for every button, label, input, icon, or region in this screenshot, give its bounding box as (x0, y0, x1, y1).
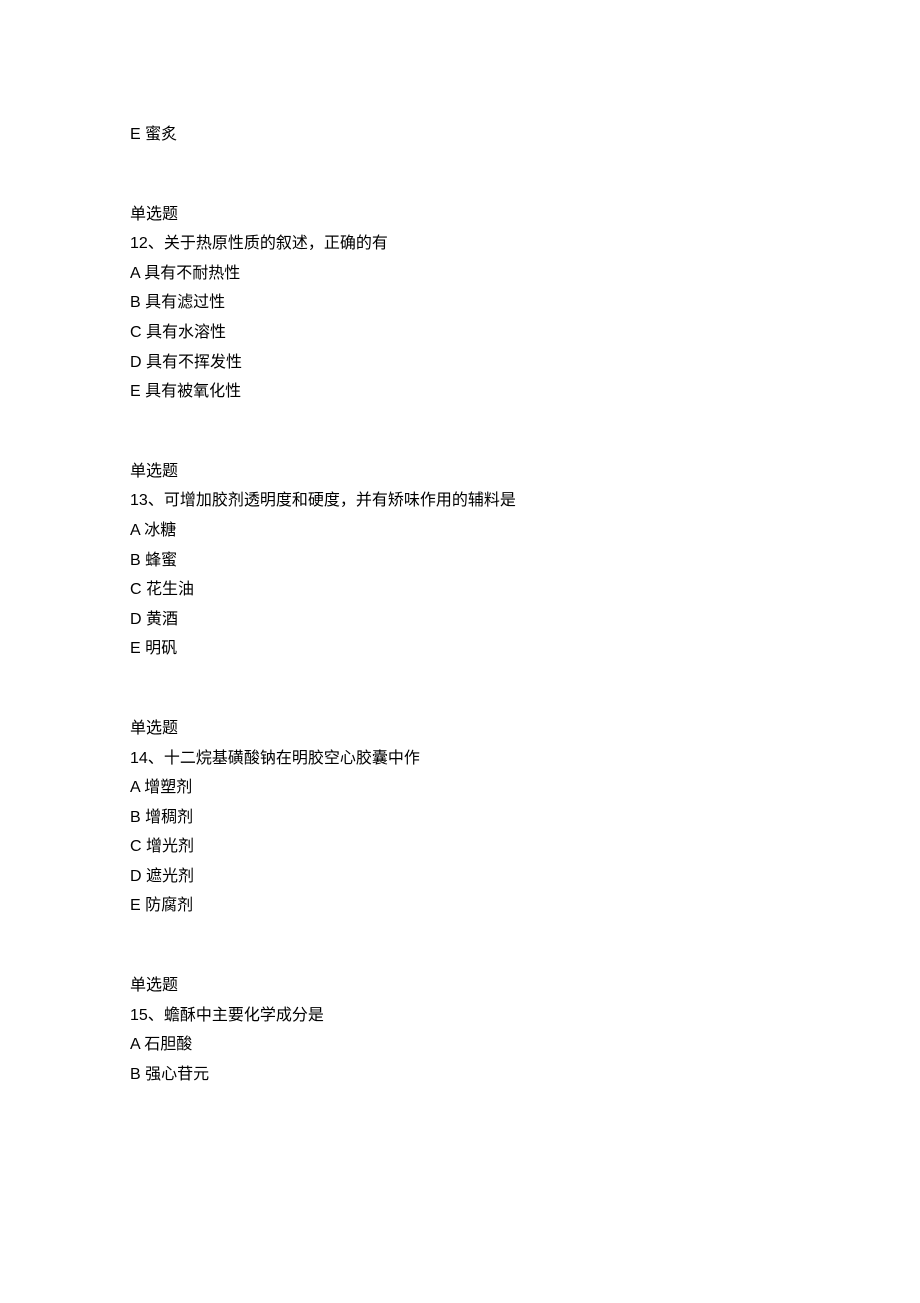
question-block-13: 单选题 13、可增加胶剂透明度和硬度，并有矫味作用的辅料是 A 冰糖 B 蜂蜜 … (130, 457, 790, 664)
question-number: 15、 (130, 1007, 164, 1024)
option-b: B 蜂蜜 (130, 546, 790, 576)
question-block-15: 单选题 15、蟾酥中主要化学成分是 A 石胆酸 B 强心苷元 (130, 971, 790, 1089)
option-b: B 增稠剂 (130, 803, 790, 833)
question-number: 14、 (130, 750, 164, 767)
option-e: E 明矾 (130, 634, 790, 664)
option-a: A 具有不耐热性 (130, 259, 790, 289)
option-b: B 具有滤过性 (130, 288, 790, 318)
option-d: D 黄酒 (130, 605, 790, 635)
question-text: 12、关于热原性质的叙述，正确的有 (130, 229, 790, 259)
option-text: E 蜜炙 (130, 126, 177, 143)
question-type: 单选题 (130, 714, 790, 744)
question-type: 单选题 (130, 200, 790, 230)
question-block-14: 单选题 14、十二烷基磺酸钠在明胶空心胶囊中作 A 增塑剂 B 增稠剂 C 增光… (130, 714, 790, 921)
question-block-12: 单选题 12、关于热原性质的叙述，正确的有 A 具有不耐热性 B 具有滤过性 C… (130, 200, 790, 407)
option-d: D 遮光剂 (130, 862, 790, 892)
option-e: E 具有被氧化性 (130, 377, 790, 407)
question-text: 15、蟾酥中主要化学成分是 (130, 1001, 790, 1031)
question-text: 14、十二烷基磺酸钠在明胶空心胶囊中作 (130, 744, 790, 774)
option-a: A 石胆酸 (130, 1030, 790, 1060)
orphan-option: E 蜜炙 (130, 120, 790, 150)
question-body: 蟾酥中主要化学成分是 (164, 1007, 324, 1024)
option-d: D 具有不挥发性 (130, 348, 790, 378)
option-e: E 防腐剂 (130, 891, 790, 921)
option-c: C 花生油 (130, 575, 790, 605)
question-text: 13、可增加胶剂透明度和硬度，并有矫味作用的辅料是 (130, 486, 790, 516)
option-a: A 增塑剂 (130, 773, 790, 803)
question-type: 单选题 (130, 457, 790, 487)
question-type: 单选题 (130, 971, 790, 1001)
question-number: 12、 (130, 235, 164, 252)
option-a: A 冰糖 (130, 516, 790, 546)
option-c: C 具有水溶性 (130, 318, 790, 348)
option-b: B 强心苷元 (130, 1060, 790, 1090)
question-body: 可增加胶剂透明度和硬度，并有矫味作用的辅料是 (164, 492, 516, 509)
question-body: 关于热原性质的叙述，正确的有 (164, 235, 388, 252)
option-c: C 增光剂 (130, 832, 790, 862)
question-number: 13、 (130, 492, 164, 509)
question-body: 十二烷基磺酸钠在明胶空心胶囊中作 (164, 750, 420, 767)
